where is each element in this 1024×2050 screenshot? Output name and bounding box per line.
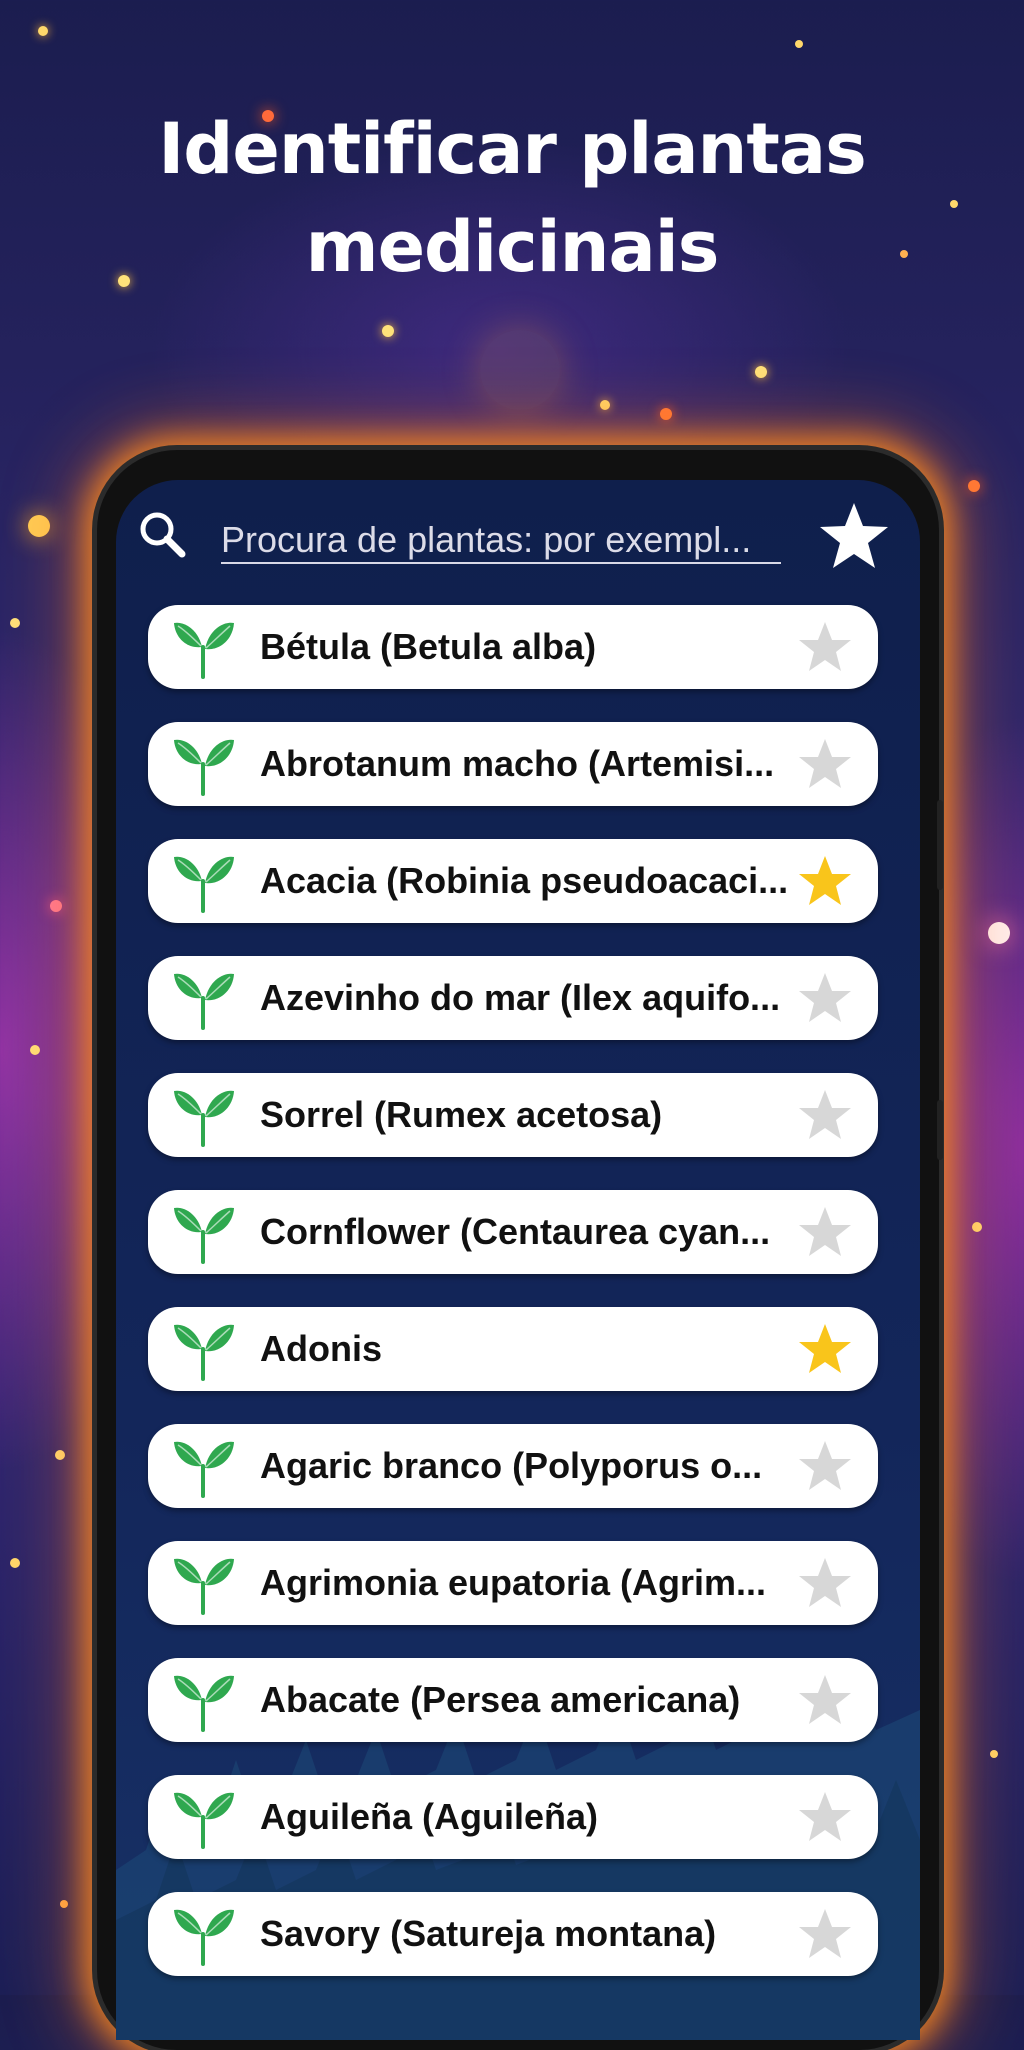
sprout-icon: [174, 1792, 234, 1849]
plant-name: Abacate (Persea americana): [260, 1679, 741, 1720]
plant-name: Acacia (Robinia pseudoacaci...: [260, 860, 789, 901]
search-icon[interactable]: [136, 508, 190, 562]
plant-list-item[interactable]: Savory (Satureja montana): [148, 1892, 878, 1976]
phone-power-button: [937, 1100, 943, 1160]
sprout-icon: [174, 1675, 234, 1732]
sprout-icon: [174, 1558, 234, 1615]
app-screen: Bétula (Betula alba) Abrotanum macho (Ar…: [116, 480, 920, 2040]
search-input[interactable]: [221, 520, 781, 560]
sprout-icon: [174, 856, 234, 913]
sprout-icon: [174, 739, 234, 796]
favorites-filter-star-icon[interactable]: [818, 500, 890, 572]
plant-list-item[interactable]: Bétula (Betula alba): [148, 605, 878, 689]
plant-list-item[interactable]: Azevinho do mar (Ilex aquifo...: [148, 956, 878, 1040]
favorite-star-icon[interactable]: [798, 854, 852, 908]
sprout-icon: [174, 1909, 234, 1966]
plant-name: Cornflower (Centaurea cyan...: [260, 1211, 771, 1252]
plant-name: Abrotanum macho (Artemisi...: [260, 743, 775, 784]
headline-line-2: medicinais: [305, 206, 720, 288]
favorite-star-icon[interactable]: [798, 1439, 852, 1493]
sprout-icon: [174, 1441, 234, 1498]
plant-name: Bétula (Betula alba): [260, 626, 597, 667]
page-headline: Identificar plantas medicinais: [0, 100, 1024, 296]
sprout-icon: [174, 622, 234, 679]
plant-list-item[interactable]: Agrimonia eupatoria (Agrim...: [148, 1541, 878, 1625]
plant-name: Adonis: [260, 1328, 382, 1369]
favorite-star-icon[interactable]: [798, 620, 852, 674]
favorite-star-icon[interactable]: [798, 1673, 852, 1727]
headline-line-1: Identificar plantas: [158, 108, 867, 190]
plant-list-item[interactable]: Cornflower (Centaurea cyan...: [148, 1190, 878, 1274]
favorite-star-icon[interactable]: [798, 737, 852, 791]
favorite-star-icon[interactable]: [798, 1205, 852, 1259]
favorite-star-icon[interactable]: [798, 1088, 852, 1142]
plant-name: Sorrel (Rumex acetosa): [260, 1094, 663, 1135]
favorite-star-icon[interactable]: [798, 1556, 852, 1610]
plant-list-item[interactable]: Adonis: [148, 1307, 878, 1391]
plant-list-item[interactable]: Acacia (Robinia pseudoacaci...: [148, 839, 878, 923]
plant-name: Agaric branco (Polyporus o...: [260, 1445, 763, 1486]
sprout-icon: [174, 1090, 234, 1147]
plant-list-item[interactable]: Abacate (Persea americana): [148, 1658, 878, 1742]
plant-list-item[interactable]: Sorrel (Rumex acetosa): [148, 1073, 878, 1157]
plant-list: Bétula (Betula alba) Abrotanum macho (Ar…: [148, 605, 878, 2009]
search-field: [221, 520, 781, 564]
plant-name: Agrimonia eupatoria (Agrim...: [260, 1562, 767, 1603]
plant-list-item[interactable]: Aguileña (Aguileña): [148, 1775, 878, 1859]
sprout-icon: [174, 973, 234, 1030]
phone-volume-button: [937, 800, 943, 890]
phone-mockup: Bétula (Betula alba) Abrotanum macho (Ar…: [97, 450, 943, 2050]
favorite-star-icon[interactable]: [798, 1907, 852, 1961]
plant-list-item[interactable]: Abrotanum macho (Artemisi...: [148, 722, 878, 806]
plant-name: Azevinho do mar (Ilex aquifo...: [260, 977, 781, 1018]
favorite-star-icon[interactable]: [798, 1322, 852, 1376]
search-bar: [116, 480, 920, 600]
plant-name: Savory (Satureja montana): [260, 1913, 717, 1954]
sprout-icon: [174, 1207, 234, 1264]
favorite-star-icon[interactable]: [798, 1790, 852, 1844]
favorite-star-icon[interactable]: [798, 971, 852, 1025]
plant-name: Aguileña (Aguileña): [260, 1796, 599, 1837]
sprout-icon: [174, 1324, 234, 1381]
plant-list-item[interactable]: Agaric branco (Polyporus o...: [148, 1424, 878, 1508]
